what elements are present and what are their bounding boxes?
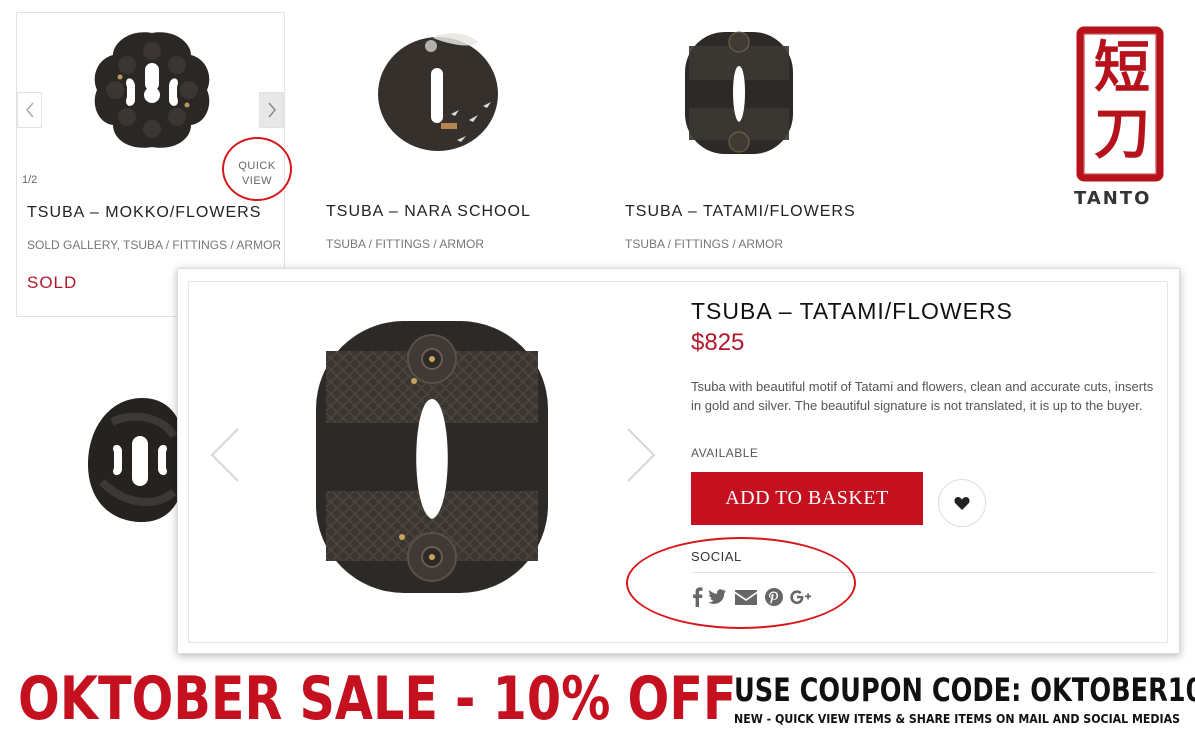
sale-banner-text: OKTOBER SALE - 10% OFF bbox=[18, 664, 737, 734]
chrysanthemum-top bbox=[407, 334, 457, 384]
modal-product-price: $825 bbox=[691, 329, 745, 356]
product-image-dragon[interactable] bbox=[82, 392, 192, 528]
modal-product-title: TSUBA – TATAMI/FLOWERS bbox=[691, 298, 1013, 324]
chevron-right-icon bbox=[267, 102, 276, 118]
chevron-left-icon bbox=[210, 428, 239, 482]
product-title[interactable]: TSUBA – MOKKO/FLOWERS bbox=[27, 204, 261, 222]
heart-icon bbox=[954, 497, 970, 510]
image-prev-button[interactable] bbox=[17, 92, 42, 128]
modal-product-image[interactable] bbox=[304, 307, 560, 607]
modal-prev-button[interactable] bbox=[208, 427, 242, 488]
modal-product-description: Tsuba with beautiful motif of Tatami and… bbox=[691, 379, 1154, 413]
sold-badge: SOLD bbox=[27, 273, 78, 292]
social-highlight-circle bbox=[626, 537, 856, 629]
product-card-nara[interactable]: TSUBA – NARA SCHOOL TSUBA / FITTINGS / A… bbox=[316, 12, 586, 262]
product-card-tatami[interactable]: TSUBA – TATAMI/FLOWERS TSUBA / FITTINGS … bbox=[615, 12, 885, 262]
product-title[interactable]: TSUBA – TATAMI/FLOWERS bbox=[625, 203, 856, 221]
quick-view-highlight-circle bbox=[222, 137, 292, 201]
product-title[interactable]: TSUBA – NARA SCHOOL bbox=[326, 203, 531, 221]
availability-status: AVAILABLE bbox=[691, 446, 759, 460]
image-next-button[interactable] bbox=[259, 92, 284, 128]
add-to-basket-button[interactable]: ADD TO BASKET bbox=[691, 472, 923, 525]
image-counter: 1/2 bbox=[22, 174, 38, 186]
product-image-mokko[interactable] bbox=[87, 25, 217, 155]
feature-announcement-text: NEW - QUICK VIEW ITEMS & SHARE ITEMS ON … bbox=[734, 712, 1181, 726]
product-categories[interactable]: SOLD GALLERY, TSUBA / FITTINGS / ARMOR bbox=[27, 238, 281, 252]
wishlist-button[interactable] bbox=[938, 479, 986, 527]
logo-kanji: 短刀 bbox=[1094, 36, 1150, 167]
chevron-right-icon bbox=[627, 428, 656, 482]
chevron-left-icon bbox=[25, 102, 34, 118]
product-image-tatami[interactable] bbox=[679, 26, 799, 160]
coupon-code-text: USE COUPON CODE: OKTOBER10 bbox=[734, 671, 1195, 709]
chrysanthemum-bottom bbox=[407, 532, 457, 582]
modal-next-button[interactable] bbox=[624, 427, 658, 488]
product-categories[interactable]: TSUBA / FITTINGS / ARMOR bbox=[625, 237, 783, 251]
product-image-nara[interactable] bbox=[373, 28, 503, 158]
product-categories[interactable]: TSUBA / FITTINGS / ARMOR bbox=[326, 237, 484, 251]
logo-text: TANTO bbox=[1074, 188, 1152, 209]
